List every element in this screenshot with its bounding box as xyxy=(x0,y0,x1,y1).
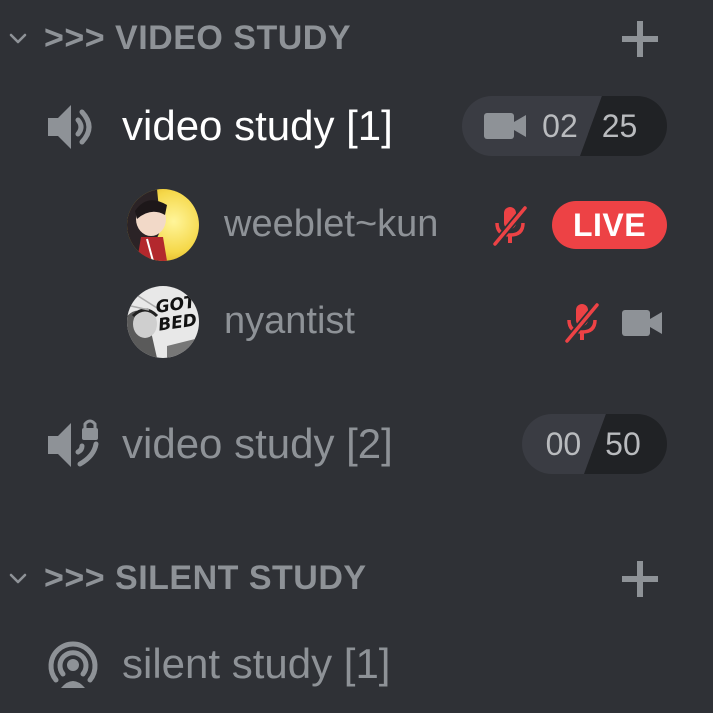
muted-mic-icon xyxy=(492,205,528,247)
user-limit-counter: 02 25 xyxy=(462,96,667,156)
live-badge: LIVE xyxy=(552,201,667,249)
counter-divider xyxy=(584,414,606,474)
channel-video-study-2[interactable]: video study [2] 00 50 xyxy=(0,410,713,480)
counter-limit: 25 xyxy=(601,107,638,144)
channel-list: >>> VIDEO STUDY video study [1] 02 25 we… xyxy=(0,0,713,713)
video-camera-icon xyxy=(622,310,662,336)
category-silent-study[interactable]: >>> SILENT STUDY xyxy=(0,548,713,608)
counter-limit: 50 xyxy=(605,425,641,462)
channel-name: video study [1] xyxy=(122,102,393,149)
category-title: >>> SILENT STUDY xyxy=(44,559,367,597)
voice-user-nyantist[interactable]: GOT BED nyantist xyxy=(0,284,713,364)
speaker-icon xyxy=(48,105,92,149)
channel-name: video study [2] xyxy=(122,420,393,467)
stage-icon xyxy=(48,641,98,688)
chevron-down-icon[interactable] xyxy=(9,570,27,588)
avatar xyxy=(127,189,199,261)
category-title: >>> VIDEO STUDY xyxy=(44,19,351,57)
user-name: weeblet~kun xyxy=(224,203,439,245)
user-limit-counter: 00 50 xyxy=(522,414,667,474)
channel-video-study-1[interactable]: video study [1] 02 25 xyxy=(0,92,713,162)
avatar: GOT BED xyxy=(127,286,199,358)
voice-user-weeblet-kun[interactable]: weeblet~kun LIVE xyxy=(0,185,713,265)
counter-current: 02 xyxy=(542,107,578,144)
counter-current: 00 xyxy=(545,425,582,462)
avatar-text-art: GOT BED xyxy=(154,292,199,336)
video-camera-icon xyxy=(484,113,526,139)
counter-divider xyxy=(580,96,602,156)
plus-icon[interactable] xyxy=(620,559,660,599)
chevron-down-icon[interactable] xyxy=(9,30,27,48)
locked-speaker-icon xyxy=(48,419,99,467)
category-video-study[interactable]: >>> VIDEO STUDY xyxy=(0,8,713,68)
channel-silent-study-1[interactable]: silent study [1] xyxy=(0,630,713,700)
channel-name: silent study [1] xyxy=(122,640,391,687)
user-name: nyantist xyxy=(224,300,355,342)
muted-mic-icon xyxy=(564,302,600,344)
plus-icon[interactable] xyxy=(620,19,660,59)
